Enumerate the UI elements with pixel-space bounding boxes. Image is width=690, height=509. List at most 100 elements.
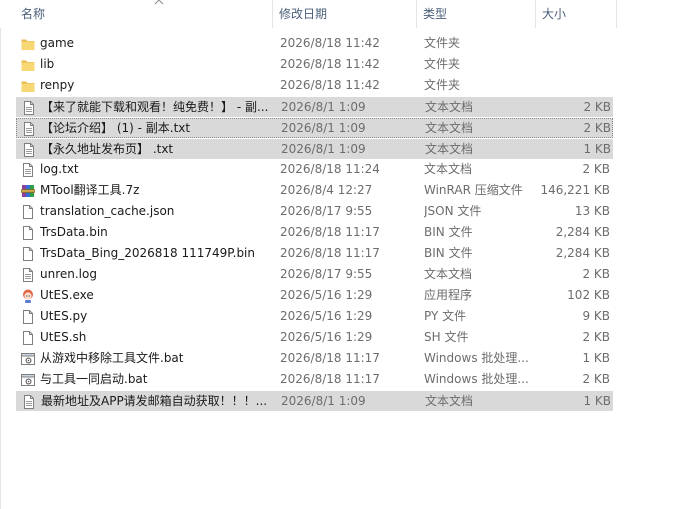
batch-file-icon	[20, 351, 36, 367]
file-row[interactable]: 【来了就能下载和观看！纯免费！】 - 副... 2026/8/1 1:09 文本文档…	[16, 97, 613, 117]
file-icon	[20, 225, 36, 241]
file-size: 2 KB	[582, 330, 610, 344]
file-name: game	[40, 36, 75, 50]
file-row[interactable]: UtES.sh 2026/5/16 1:29 SH 文件 2 KB	[16, 328, 613, 348]
file-date: 2026/8/18 11:17	[280, 246, 380, 260]
file-date: 2026/8/1 1:09	[281, 100, 366, 114]
window-edge	[0, 0, 1, 509]
file-row[interactable]: 从游戏中移除工具文件.bat 2026/8/18 11:17 Windows 批处理…	[16, 349, 613, 369]
file-type: 文件夹	[424, 36, 461, 50]
file-name: renpy	[40, 78, 75, 92]
file-type: BIN 文件	[424, 225, 473, 239]
file-type: 文本文档	[425, 142, 474, 156]
file-date: 2026/8/17 9:55	[280, 204, 373, 218]
folder-icon	[20, 78, 36, 94]
file-row[interactable]: lib 2026/8/18 11:42 文件夹	[16, 55, 613, 75]
file-icon	[20, 309, 36, 325]
file-date: 2026/5/16 1:29	[280, 330, 373, 344]
file-type: 文本文档	[425, 100, 474, 114]
file-size: 102 KB	[567, 288, 610, 302]
file-date: 2026/8/1 1:09	[281, 394, 366, 408]
folder-icon	[20, 57, 36, 73]
file-icon	[20, 204, 36, 220]
file-name: lib	[40, 57, 55, 71]
file-name: UtES.sh	[40, 330, 87, 344]
file-type: SH 文件	[424, 330, 469, 344]
text-file-icon	[21, 394, 37, 410]
file-type: 应用程序	[424, 288, 473, 302]
file-type: JSON 文件	[424, 204, 482, 218]
file-size: 13 KB	[574, 204, 610, 218]
text-file-icon	[21, 100, 37, 116]
file-date: 2026/8/18 11:42	[280, 57, 380, 71]
file-date: 2026/5/16 1:29	[280, 288, 373, 302]
winrar-archive-icon	[20, 183, 36, 199]
file-type: PY 文件	[424, 309, 467, 323]
app-character-icon	[20, 288, 36, 304]
file-type: 文本文档	[424, 267, 473, 281]
file-date: 2026/8/18 11:17	[280, 372, 380, 386]
file-row[interactable]: unren.log 2026/8/17 9:55 文本文档 2 KB	[16, 265, 613, 285]
column-header-size-label: 大小	[542, 7, 567, 21]
file-type: 文本文档	[425, 394, 474, 408]
file-icon	[20, 246, 36, 262]
column-header-date[interactable]: 修改日期	[274, 0, 417, 28]
file-name: 最新地址及APP请发邮箱自动获取！！！...	[41, 394, 268, 408]
file-row[interactable]: 【永久地址发布页】 .txt 2026/8/1 1:09 文本文档 1 KB	[16, 139, 613, 159]
column-header-bar: 名称 修改日期 类型 大小	[0, 0, 690, 28]
file-row[interactable]: log.txt 2026/8/18 11:24 文本文档 2 KB	[16, 160, 613, 180]
file-name: MTool翻译工具.7z	[40, 183, 140, 197]
file-date: 2026/8/18 11:17	[280, 351, 380, 365]
file-date: 2026/8/18 11:24	[280, 162, 380, 176]
file-type: 文件夹	[424, 57, 461, 71]
file-size	[536, 34, 610, 53]
column-header-date-label: 修改日期	[279, 7, 328, 21]
column-header-size[interactable]: 大小	[537, 0, 617, 28]
text-file-icon	[21, 142, 37, 158]
file-type: WinRAR 压缩文件	[424, 183, 523, 197]
file-size	[536, 76, 610, 95]
file-date: 2026/8/17 9:55	[280, 267, 373, 281]
file-row[interactable]: UtES.py 2026/5/16 1:29 PY 文件 9 KB	[16, 307, 613, 327]
file-row[interactable]: 与工具一同启动.bat 2026/8/18 11:17 Windows 批处理...…	[16, 370, 613, 390]
file-row[interactable]: renpy 2026/8/18 11:42 文件夹	[16, 76, 613, 96]
file-name: unren.log	[40, 267, 97, 281]
file-name: translation_cache.json	[40, 204, 175, 218]
file-size: 2 KB	[583, 121, 611, 135]
file-name: UtES.exe	[40, 288, 94, 302]
file-date: 2026/8/1 1:09	[281, 142, 366, 156]
file-size: 2,284 KB	[555, 246, 610, 260]
file-name: 【论坛介绍】 (1) - 副本.txt	[41, 121, 191, 135]
file-row[interactable]: 【论坛介绍】 (1) - 副本.txt 2026/8/1 1:09 文本文档 2 KB	[16, 118, 613, 138]
file-size: 1 KB	[583, 142, 611, 156]
column-header-name-label: 名称	[21, 7, 46, 21]
file-size: 2 KB	[583, 100, 611, 114]
file-icon	[20, 330, 36, 346]
folder-icon	[20, 36, 36, 52]
file-type: 文本文档	[424, 162, 473, 176]
file-size: 146,221 KB	[540, 183, 610, 197]
file-row[interactable]: translation_cache.json 2026/8/17 9:55 JSON…	[16, 202, 613, 222]
file-name: log.txt	[40, 162, 79, 176]
file-date: 2026/8/18 11:42	[280, 78, 380, 92]
file-size: 1 KB	[582, 351, 610, 365]
column-header-name[interactable]: 名称	[16, 0, 273, 28]
file-row[interactable]: TrsData.bin 2026/8/18 11:17 BIN 文件 2,284 KB	[16, 223, 613, 243]
file-size	[536, 55, 610, 74]
column-header-type[interactable]: 类型	[418, 0, 536, 28]
file-row[interactable]: MTool翻译工具.7z 2026/8/4 12:27 WinRAR 压缩文件 146…	[16, 181, 613, 201]
text-file-icon	[21, 121, 37, 137]
file-row[interactable]: game 2026/8/18 11:42 文件夹	[16, 34, 613, 54]
file-row[interactable]: TrsData_Bing_2026818 111749P.bin 2026/8/1…	[16, 244, 613, 264]
file-size: 2 KB	[582, 267, 610, 281]
file-type: 文本文档	[425, 121, 474, 135]
file-size: 2,284 KB	[555, 225, 610, 239]
file-type: 文件夹	[424, 78, 461, 92]
file-size: 2 KB	[582, 372, 610, 386]
file-type: Windows 批处理...	[424, 372, 529, 386]
file-date: 2026/8/1 1:09	[281, 121, 366, 135]
text-file-icon	[20, 267, 36, 283]
file-row[interactable]: 最新地址及APP请发邮箱自动获取！！！... 2026/8/1 1:09 文本文档 1…	[16, 391, 613, 411]
file-row[interactable]: UtES.exe 2026/5/16 1:29 应用程序 102 KB	[16, 286, 613, 306]
file-name: UtES.py	[40, 309, 88, 323]
